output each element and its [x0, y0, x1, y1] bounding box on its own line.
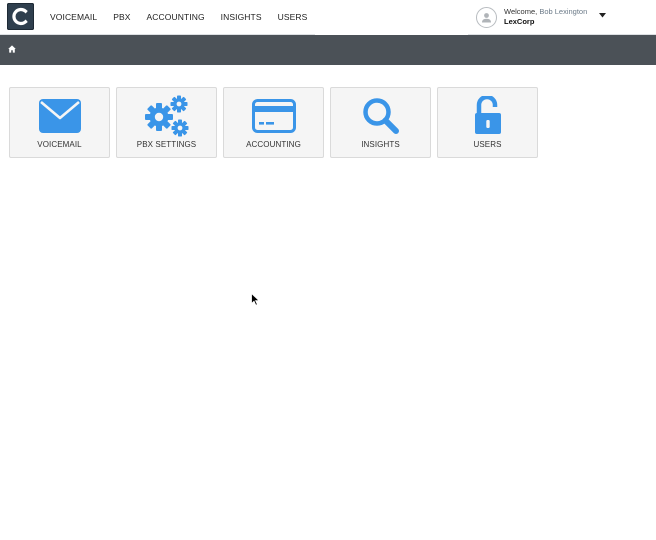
user-menu[interactable]: Welcome, Bob Lexington LexCorp	[476, 5, 606, 29]
mouse-pointer-icon	[251, 293, 260, 306]
user-icon	[482, 12, 491, 22]
tile-label: INSIGHTS	[361, 140, 400, 149]
avatar[interactable]	[476, 6, 497, 28]
nav-pbx[interactable]: PBX	[105, 0, 139, 35]
tile-users[interactable]: USERS	[437, 87, 538, 158]
breadcrumb	[0, 35, 656, 65]
user-name: Bob Lexington	[539, 7, 588, 16]
tile-pbx-settings[interactable]: PBX SETTINGS	[116, 87, 217, 158]
tile-insights[interactable]: INSIGHTS	[330, 87, 431, 158]
gears-icon	[144, 95, 188, 137]
user-info: Welcome, Bob Lexington LexCorp	[504, 7, 587, 27]
nav-accounting[interactable]: ACCOUNTING	[138, 0, 213, 35]
tile-accounting[interactable]: ACCOUNTING	[223, 87, 324, 158]
welcome-text: Welcome, Bob Lexington	[504, 7, 587, 17]
tile-label: PBX SETTINGS	[136, 140, 197, 149]
tile-label: ACCOUNTING	[246, 140, 301, 149]
top-navigation-bar: VOICEMAIL PBX ACCOUNTING INSIGHTS USERS …	[0, 0, 656, 35]
tile-label: VOICEMAIL	[37, 140, 82, 149]
welcome-prefix: Welcome,	[504, 7, 538, 16]
tile-voicemail[interactable]: VOICEMAIL	[9, 87, 110, 158]
nav-voicemail[interactable]: VOICEMAIL	[44, 0, 106, 35]
company-name: LexCorp	[504, 17, 535, 26]
magnifier-icon	[362, 98, 399, 134]
main-nav: VOICEMAIL PBX ACCOUNTING INSIGHTS USERS	[44, 0, 316, 35]
logo-c-icon	[12, 7, 28, 26]
envelope-icon	[38, 99, 81, 133]
home-icon[interactable]	[8, 45, 16, 53]
dashboard-tiles: VOICEMAIL PBX SETTINGS ACCOUNTING INSIGH…	[9, 87, 538, 158]
unlock-icon	[474, 96, 501, 134]
tile-label: USERS	[473, 140, 502, 149]
nav-insights[interactable]: INSIGHTS	[212, 0, 270, 35]
credit-card-icon	[251, 99, 296, 133]
caret-down-icon[interactable]	[599, 13, 606, 18]
nav-users[interactable]: USERS	[269, 0, 316, 35]
app-logo[interactable]	[7, 3, 34, 30]
